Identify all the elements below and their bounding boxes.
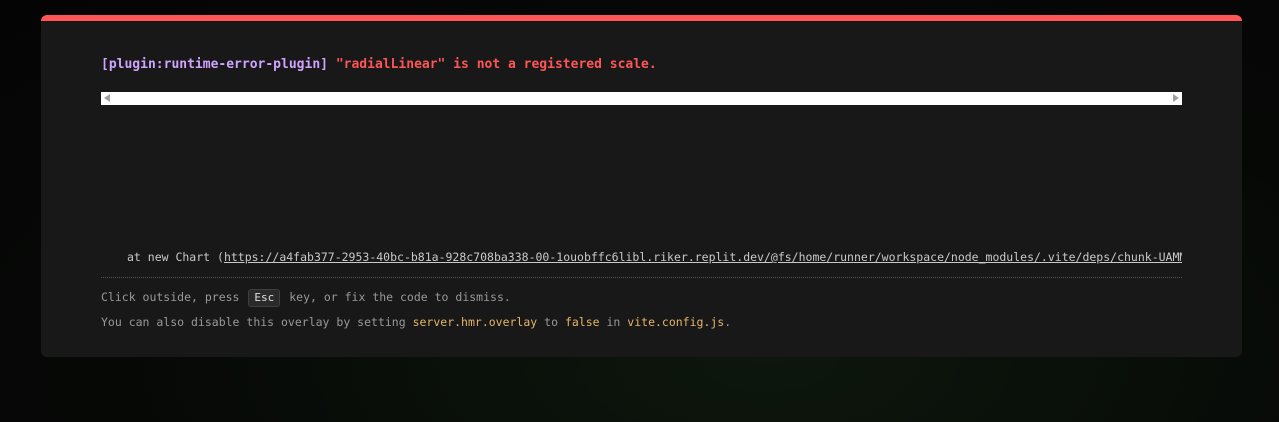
tip-line2-mid1: to <box>544 315 558 329</box>
scroll-left-arrow-icon[interactable] <box>104 94 110 102</box>
code-frame-scrollbar[interactable] <box>101 92 1182 105</box>
false-value: false <box>564 315 600 329</box>
tip-line2-end: . <box>724 315 732 329</box>
hmr-overlay-setting: server.hmr.overlay <box>412 315 538 329</box>
scroll-right-arrow-icon[interactable] <box>1173 94 1179 102</box>
stack-prefix: at new Chart ( <box>127 250 224 264</box>
error-overlay-window: [plugin:runtime-error-plugin] "radialLin… <box>41 15 1242 357</box>
disable-overlay-tip: You can also disable this overlay by set… <box>101 315 731 329</box>
tip-line1-after: key, or fix the code to dismiss. <box>289 290 511 304</box>
plugin-tag: [plugin:runtime-error-plugin] <box>101 57 328 72</box>
tip-line1-before: Click outside, press <box>101 290 240 304</box>
tip-line2-mid2: in <box>606 315 621 329</box>
stack-trace: at new Chart (https://a4fab377-2953-40bc… <box>101 250 1182 264</box>
error-text: "radialLinear" is not a registered scale… <box>335 57 657 72</box>
tip-line2-before: You can also disable this overlay by set… <box>101 315 406 329</box>
esc-key: Esc <box>248 289 281 307</box>
error-message: [plugin:runtime-error-plugin] "radialLin… <box>101 57 657 72</box>
stack-file-link[interactable]: https://a4fab377-2953-40bc-b81a-928c708b… <box>224 250 1182 264</box>
vite-config-file: vite.config.js <box>627 315 725 329</box>
tip-divider <box>101 277 1182 278</box>
dismiss-tip: Click outside, press Esc key, or fix the… <box>101 289 511 307</box>
